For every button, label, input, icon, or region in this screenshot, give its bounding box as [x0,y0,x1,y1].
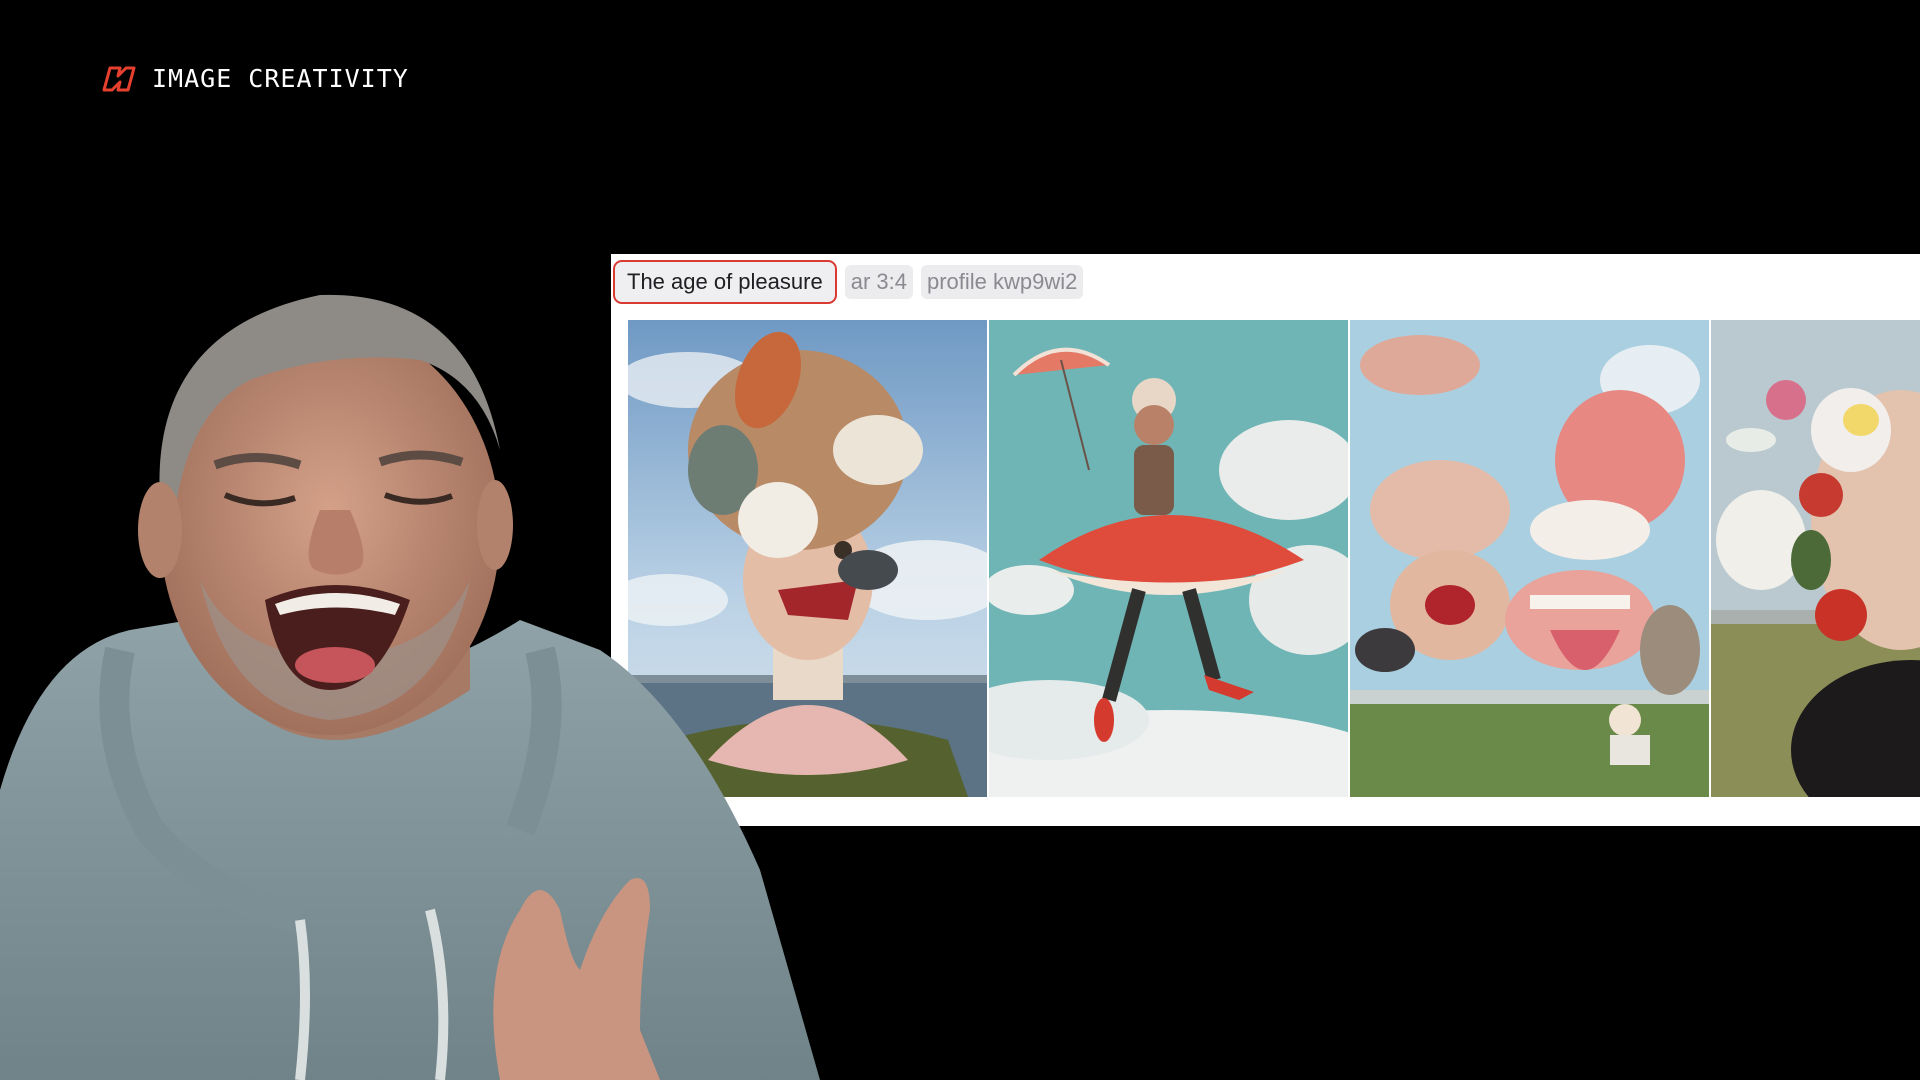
gallery-image-2[interactable] [989,320,1348,797]
brand-logo-icon [102,66,136,92]
presenter-video [0,270,820,1080]
flower-face-image [1711,320,1920,797]
aspect-ratio-chip[interactable]: ar 3:4 [844,265,913,299]
brand-title: IMAGE CREATIVITY [152,64,409,93]
gallery-image-3[interactable] [1350,320,1709,797]
surreal-mouth-collage-image [1350,320,1709,797]
gallery-image-4[interactable] [1711,320,1920,797]
image-gallery [628,320,1920,797]
video-frame: IMAGE CREATIVITY The age of pleasure ar … [0,0,1920,1080]
brand-header: IMAGE CREATIVITY [98,62,409,96]
profile-chip[interactable]: profile kwp9wi2 [920,265,1084,299]
presenter-illustration [0,294,820,1080]
floating-woman-image [989,320,1348,797]
